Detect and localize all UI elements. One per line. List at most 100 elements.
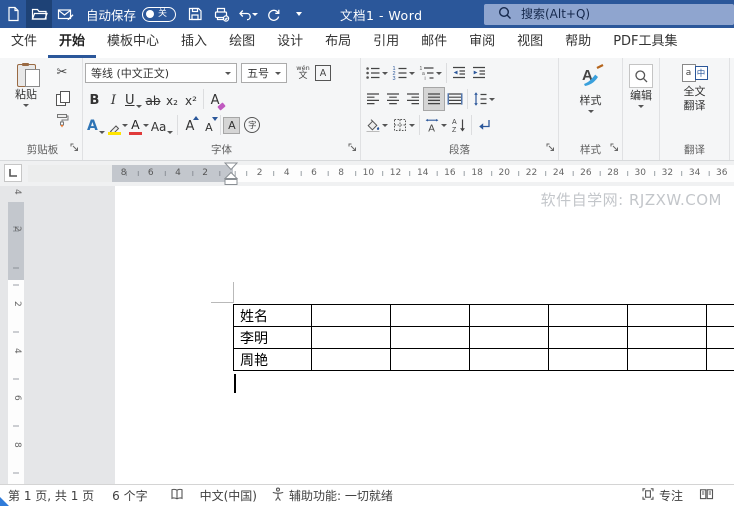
table-cell[interactable]	[469, 348, 549, 371]
tab[interactable]: 审阅	[458, 28, 506, 58]
subscript-button[interactable]: x₂	[163, 87, 182, 111]
asian-layout-button[interactable]: A	[422, 113, 449, 137]
font-size-combo[interactable]: 五号	[241, 63, 287, 83]
table-cell[interactable]	[469, 304, 549, 327]
autosave-control[interactable]: 自动保存 关	[86, 5, 177, 24]
bold-button[interactable]: B	[85, 87, 104, 111]
page-indicator[interactable]: 第 1 页, 共 1 页	[8, 487, 94, 504]
accessibility-status[interactable]: 辅助功能: 一切就绪	[271, 487, 393, 505]
qat-more-button[interactable]	[286, 0, 312, 28]
read-mode-button[interactable]	[699, 487, 714, 504]
styles-button[interactable]: A 样式	[561, 60, 620, 143]
table-cell[interactable]	[548, 348, 628, 371]
table-cell[interactable]	[627, 304, 707, 327]
chevron-down-icon[interactable]	[382, 71, 388, 75]
table-cell[interactable]	[706, 304, 734, 327]
borders-button[interactable]	[390, 113, 417, 137]
clear-formatting-button[interactable]: A	[206, 87, 226, 111]
language-indicator[interactable]: 中文(中国)	[200, 487, 257, 504]
chevron-down-icon[interactable]	[409, 123, 415, 127]
paste-button[interactable]: 粘贴	[5, 60, 47, 143]
align-center-button[interactable]	[383, 87, 403, 111]
tab[interactable]: 帮助	[554, 28, 602, 58]
strikethrough-button[interactable]: ab	[144, 87, 163, 111]
character-shading-button[interactable]: A	[223, 116, 241, 134]
tab[interactable]: PDF工具集	[602, 28, 688, 58]
quick-print-button[interactable]	[208, 0, 234, 28]
indent-markers[interactable]	[224, 162, 238, 186]
font-dialog-launcher[interactable]	[348, 142, 357, 157]
autosave-toggle[interactable]: 关	[142, 6, 177, 22]
chevron-down-icon[interactable]	[409, 71, 415, 75]
text-effects-button[interactable]: A	[85, 113, 107, 137]
undo-dropdown-icon[interactable]	[251, 12, 258, 16]
tab[interactable]: 模板中心	[96, 28, 170, 58]
tab-stop-selector[interactable]	[4, 164, 22, 182]
align-right-button[interactable]	[403, 87, 423, 111]
table-cell[interactable]	[627, 326, 707, 349]
copy-button[interactable]	[47, 85, 77, 110]
table-cell[interactable]	[390, 348, 470, 371]
table-cell[interactable]	[706, 326, 734, 349]
highlight-button[interactable]	[107, 113, 122, 137]
increase-indent-button[interactable]	[469, 61, 489, 85]
bullets-button[interactable]	[363, 61, 390, 85]
enclose-characters-button[interactable]: 字	[244, 117, 261, 133]
chevron-down-icon[interactable]	[436, 71, 442, 75]
chevron-down-icon[interactable]	[441, 123, 447, 127]
table-cell[interactable]	[548, 304, 628, 327]
focus-mode-button[interactable]: 专注	[641, 487, 683, 504]
table-cell[interactable]	[311, 304, 391, 327]
tab[interactable]: 布局	[314, 28, 362, 58]
format-painter-button[interactable]	[47, 110, 77, 135]
numbering-button[interactable]: 123	[390, 61, 417, 85]
tab[interactable]: 绘图	[218, 28, 266, 58]
shading-button[interactable]	[363, 113, 390, 137]
chevron-down-icon[interactable]	[587, 110, 594, 113]
tab[interactable]: 邮件	[410, 28, 458, 58]
font-color-button[interactable]: A	[128, 113, 143, 137]
character-border-button[interactable]: A	[315, 65, 331, 81]
editing-button[interactable]: 编辑	[625, 60, 657, 143]
paste-dropdown-icon[interactable]	[23, 104, 29, 107]
vruler-margin-segment[interactable]	[8, 202, 24, 280]
chevron-down-icon[interactable]	[489, 97, 495, 101]
table-cell[interactable]: 姓名	[233, 304, 312, 327]
superscript-button[interactable]: x²	[182, 87, 201, 111]
chevron-down-icon[interactable]	[135, 105, 142, 108]
chevron-down-icon[interactable]	[98, 131, 105, 134]
table-cell[interactable]	[311, 348, 391, 371]
shrink-font-button[interactable]: A	[199, 113, 219, 137]
change-case-button[interactable]: Aa	[149, 113, 176, 137]
word-count[interactable]: 6 个字	[112, 487, 147, 504]
undo-button[interactable]	[234, 0, 260, 28]
chevron-down-icon[interactable]	[638, 105, 644, 108]
tab[interactable]: 引用	[362, 28, 410, 58]
chevron-down-icon[interactable]	[167, 131, 174, 134]
save-button[interactable]	[182, 0, 208, 28]
email-button[interactable]	[52, 0, 78, 28]
line-spacing-button[interactable]	[470, 87, 497, 111]
full-translate-button[interactable]: a 中 全文 翻译	[662, 60, 727, 143]
italic-button[interactable]: I	[104, 87, 123, 111]
cut-button[interactable]: ✂	[47, 60, 77, 85]
tab[interactable]: 视图	[506, 28, 554, 58]
table-cell[interactable]: 李明	[233, 326, 312, 349]
font-name-combo[interactable]: 等线 (中文正文)	[85, 63, 237, 83]
sort-button[interactable]: AZ	[449, 113, 469, 137]
styles-dialog-launcher[interactable]	[610, 142, 619, 157]
paragraph-dialog-launcher[interactable]	[546, 142, 555, 157]
tab[interactable]: 文件	[0, 28, 48, 58]
decrease-indent-button[interactable]	[449, 61, 469, 85]
grow-font-button[interactable]: A	[180, 113, 200, 137]
proofing-status[interactable]	[170, 487, 184, 504]
table-cell[interactable]: 周艳	[233, 348, 312, 371]
open-button[interactable]	[26, 0, 52, 28]
chevron-down-icon[interactable]	[382, 123, 388, 127]
new-document-button[interactable]	[0, 0, 26, 28]
justify-button[interactable]	[423, 87, 445, 111]
table-cell[interactable]	[627, 348, 707, 371]
search-input[interactable]	[521, 7, 701, 21]
table-cell[interactable]	[469, 326, 549, 349]
clipboard-dialog-launcher[interactable]	[70, 142, 79, 157]
